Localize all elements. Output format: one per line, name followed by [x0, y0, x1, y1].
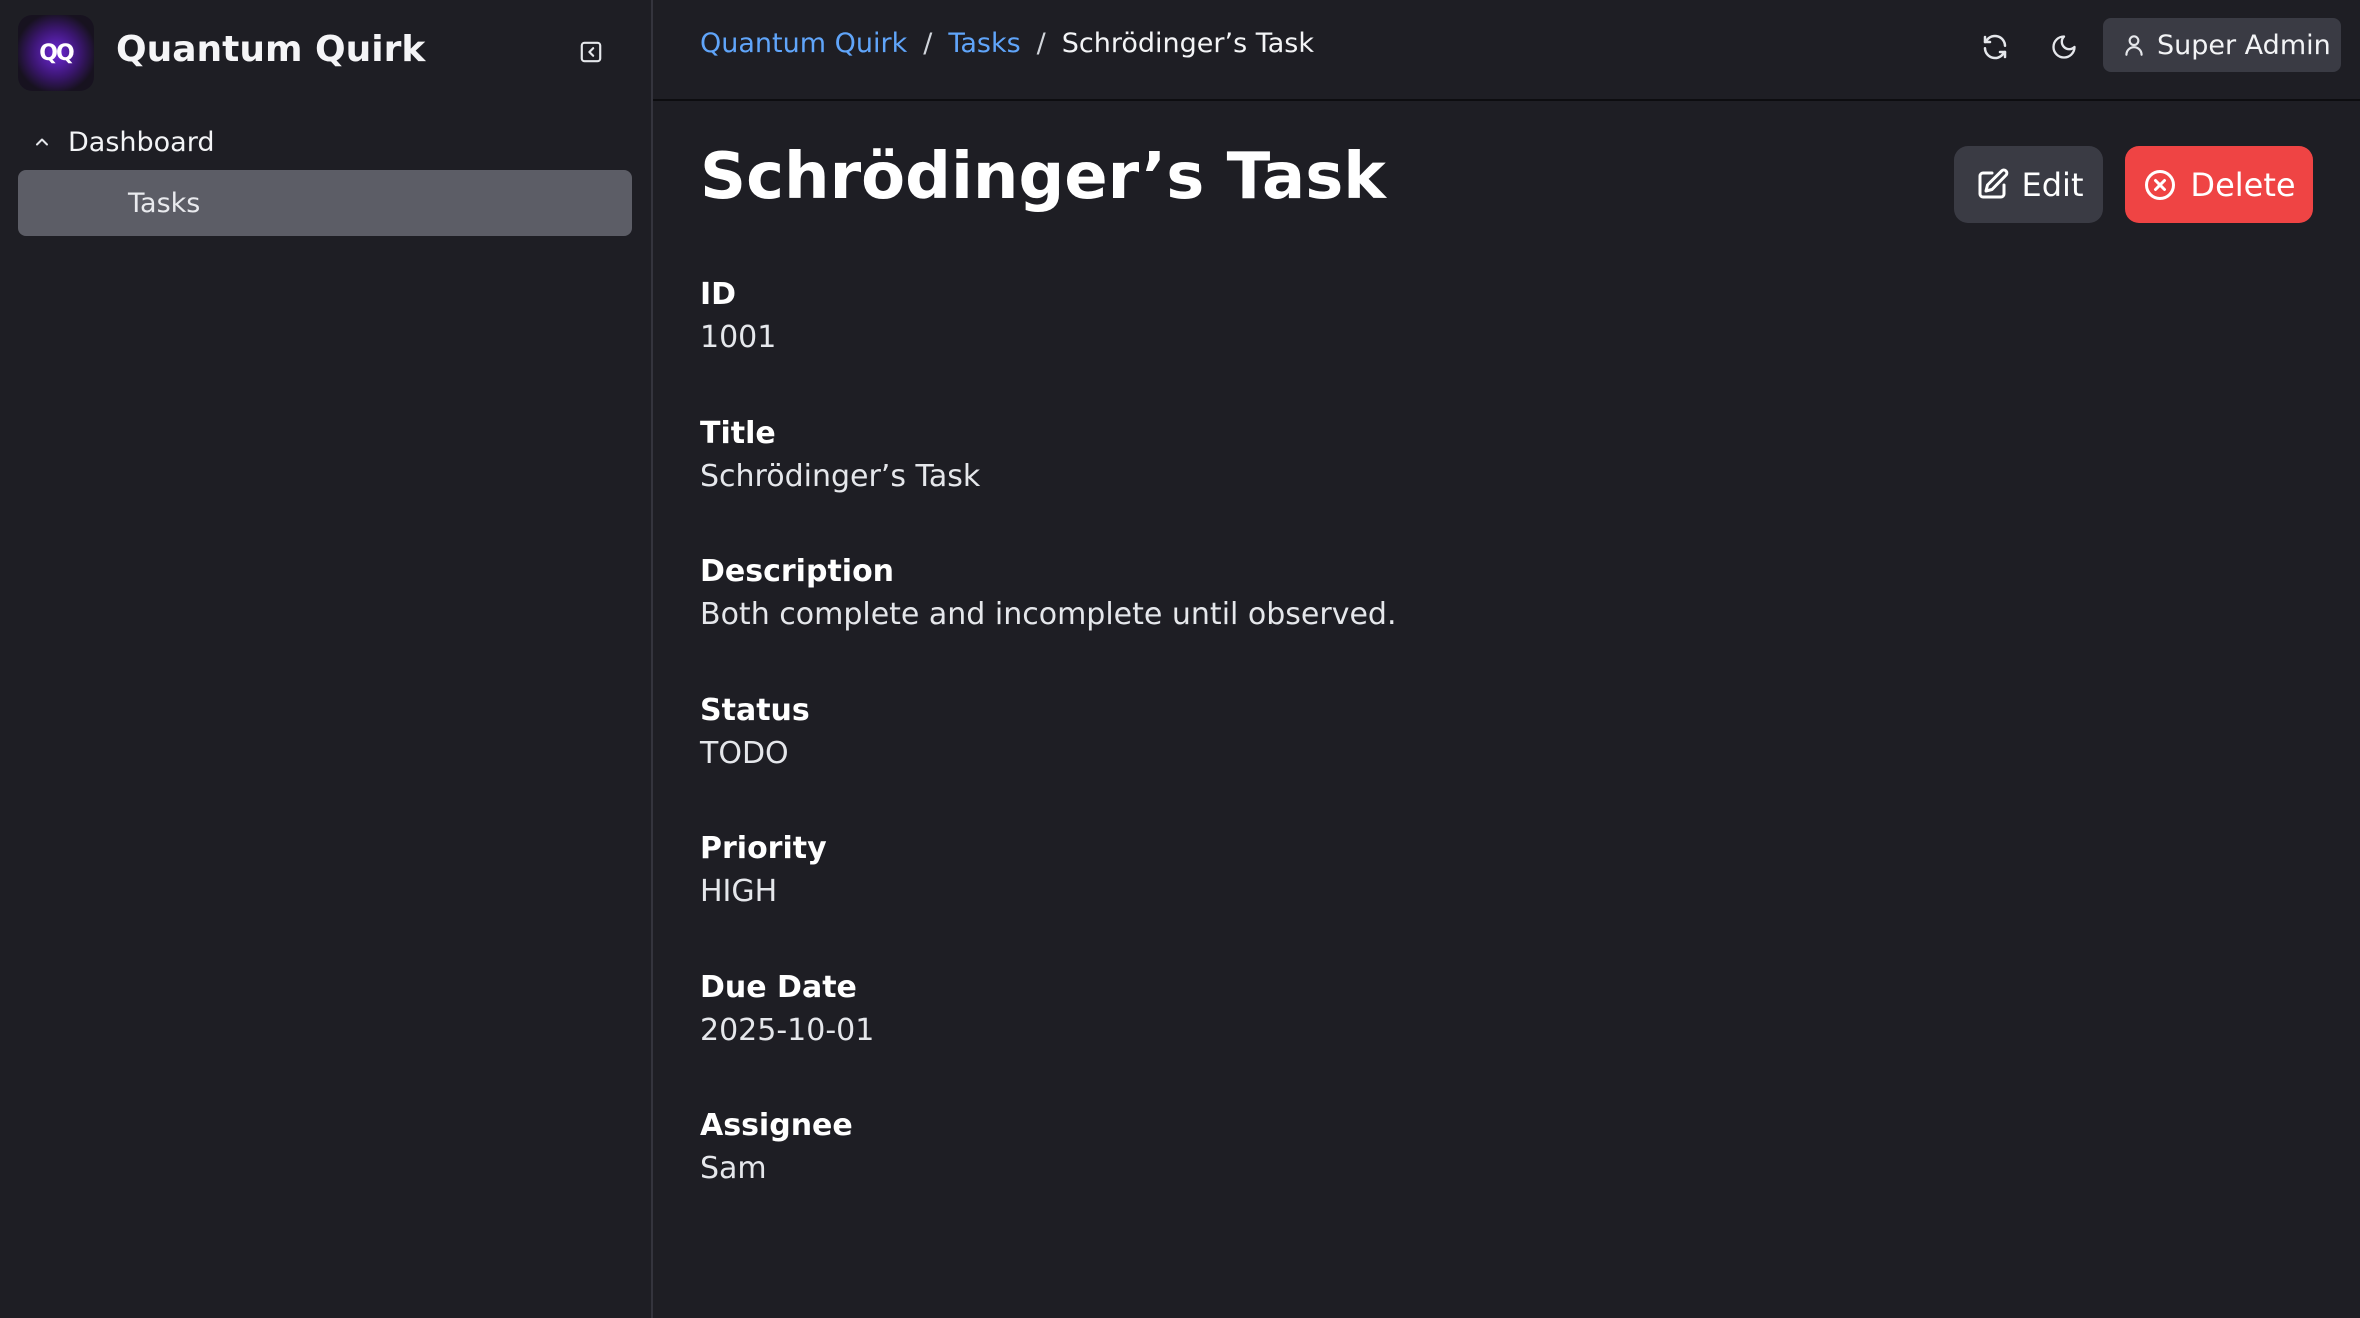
field-description: Description Both complete and incomplete…	[700, 552, 1397, 691]
field-value: Schrödinger’s Task	[700, 458, 981, 494]
field-value: TODO	[700, 735, 789, 771]
field-label: Status	[700, 692, 810, 728]
field-value: HIGH	[700, 874, 778, 909]
field-id: ID 1001	[700, 275, 1397, 414]
app-name: Quantum Quirk	[116, 29, 426, 70]
field-label: ID	[700, 277, 737, 312]
chevron-up-icon	[30, 130, 54, 154]
user-icon	[2125, 35, 2143, 56]
moon-icon	[2052, 35, 2076, 59]
sidebar-collapse-button[interactable]	[576, 37, 606, 67]
field-label: Due Date	[700, 969, 857, 1005]
field-priority: Priority HIGH	[700, 829, 1397, 968]
field-value: 2025-10-01	[700, 1012, 875, 1048]
field-due-date: Due Date 2025-10-01	[700, 968, 1397, 1107]
edit-icon	[1978, 168, 2008, 198]
theme-toggle-button[interactable]	[2044, 27, 2084, 67]
delete-button-label: Delete	[2190, 165, 2296, 204]
brand: QQ Quantum Quirk	[18, 15, 650, 91]
topbar: Quantum Quirk / Tasks / Schrödinger’s Ta…	[653, 0, 2360, 101]
field-status: Status TODO	[700, 691, 1397, 830]
breadcrumb-separator: /	[1036, 28, 1046, 59]
user-menu-button[interactable]: Super Admin	[2103, 18, 2341, 72]
field-label: Description	[700, 554, 895, 589]
breadcrumb-link-home[interactable]: Quantum Quirk	[700, 28, 907, 59]
app-logo: QQ	[18, 15, 94, 91]
field-assignee: Assignee Sam	[700, 1106, 1397, 1245]
edit-button[interactable]: Edit	[1954, 146, 2103, 223]
app-logo-text: QQ	[39, 40, 74, 66]
refresh-icon	[1983, 34, 2007, 60]
field-label: Assignee	[700, 1108, 853, 1143]
app-root: QQ Quantum Quirk Dashboard Tasks Quantum…	[0, 0, 2360, 1318]
breadcrumb-current: Schrödinger’s Task	[1061, 28, 1315, 59]
nav-group-dashboard[interactable]: Dashboard	[30, 122, 214, 162]
field-value: Both complete and incomplete until obser…	[700, 597, 1397, 632]
main-content: Quantum Quirk / Tasks / Schrödinger’s Ta…	[653, 0, 2360, 1318]
field-label: Priority	[700, 831, 827, 866]
close-circle-icon	[2145, 169, 2176, 200]
breadcrumb: Quantum Quirk / Tasks / Schrödinger’s Ta…	[700, 28, 1314, 59]
breadcrumb-link-tasks[interactable]: Tasks	[948, 28, 1020, 59]
field-value: Sam	[700, 1151, 767, 1186]
field-value: 1001	[700, 320, 777, 355]
record-details: ID 1001 Title Schrödinger’s Task Descrip…	[700, 275, 1397, 1245]
user-name: Super Admin	[2157, 29, 2331, 61]
delete-button[interactable]: Delete	[2125, 146, 2313, 223]
page-title: Schrödinger’s Task	[700, 140, 1386, 214]
breadcrumb-separator: /	[923, 28, 933, 59]
sidebar-collapse-icon	[580, 41, 602, 63]
sidebar-item-tasks[interactable]: Tasks	[18, 170, 632, 236]
field-title: Title Schrödinger’s Task	[700, 414, 1397, 553]
nav-group-label: Dashboard	[68, 126, 215, 158]
sidebar: QQ Quantum Quirk Dashboard Tasks	[0, 0, 653, 1318]
field-label: Title	[700, 415, 776, 451]
refresh-button[interactable]	[1975, 27, 2015, 67]
edit-button-label: Edit	[2021, 165, 2084, 204]
